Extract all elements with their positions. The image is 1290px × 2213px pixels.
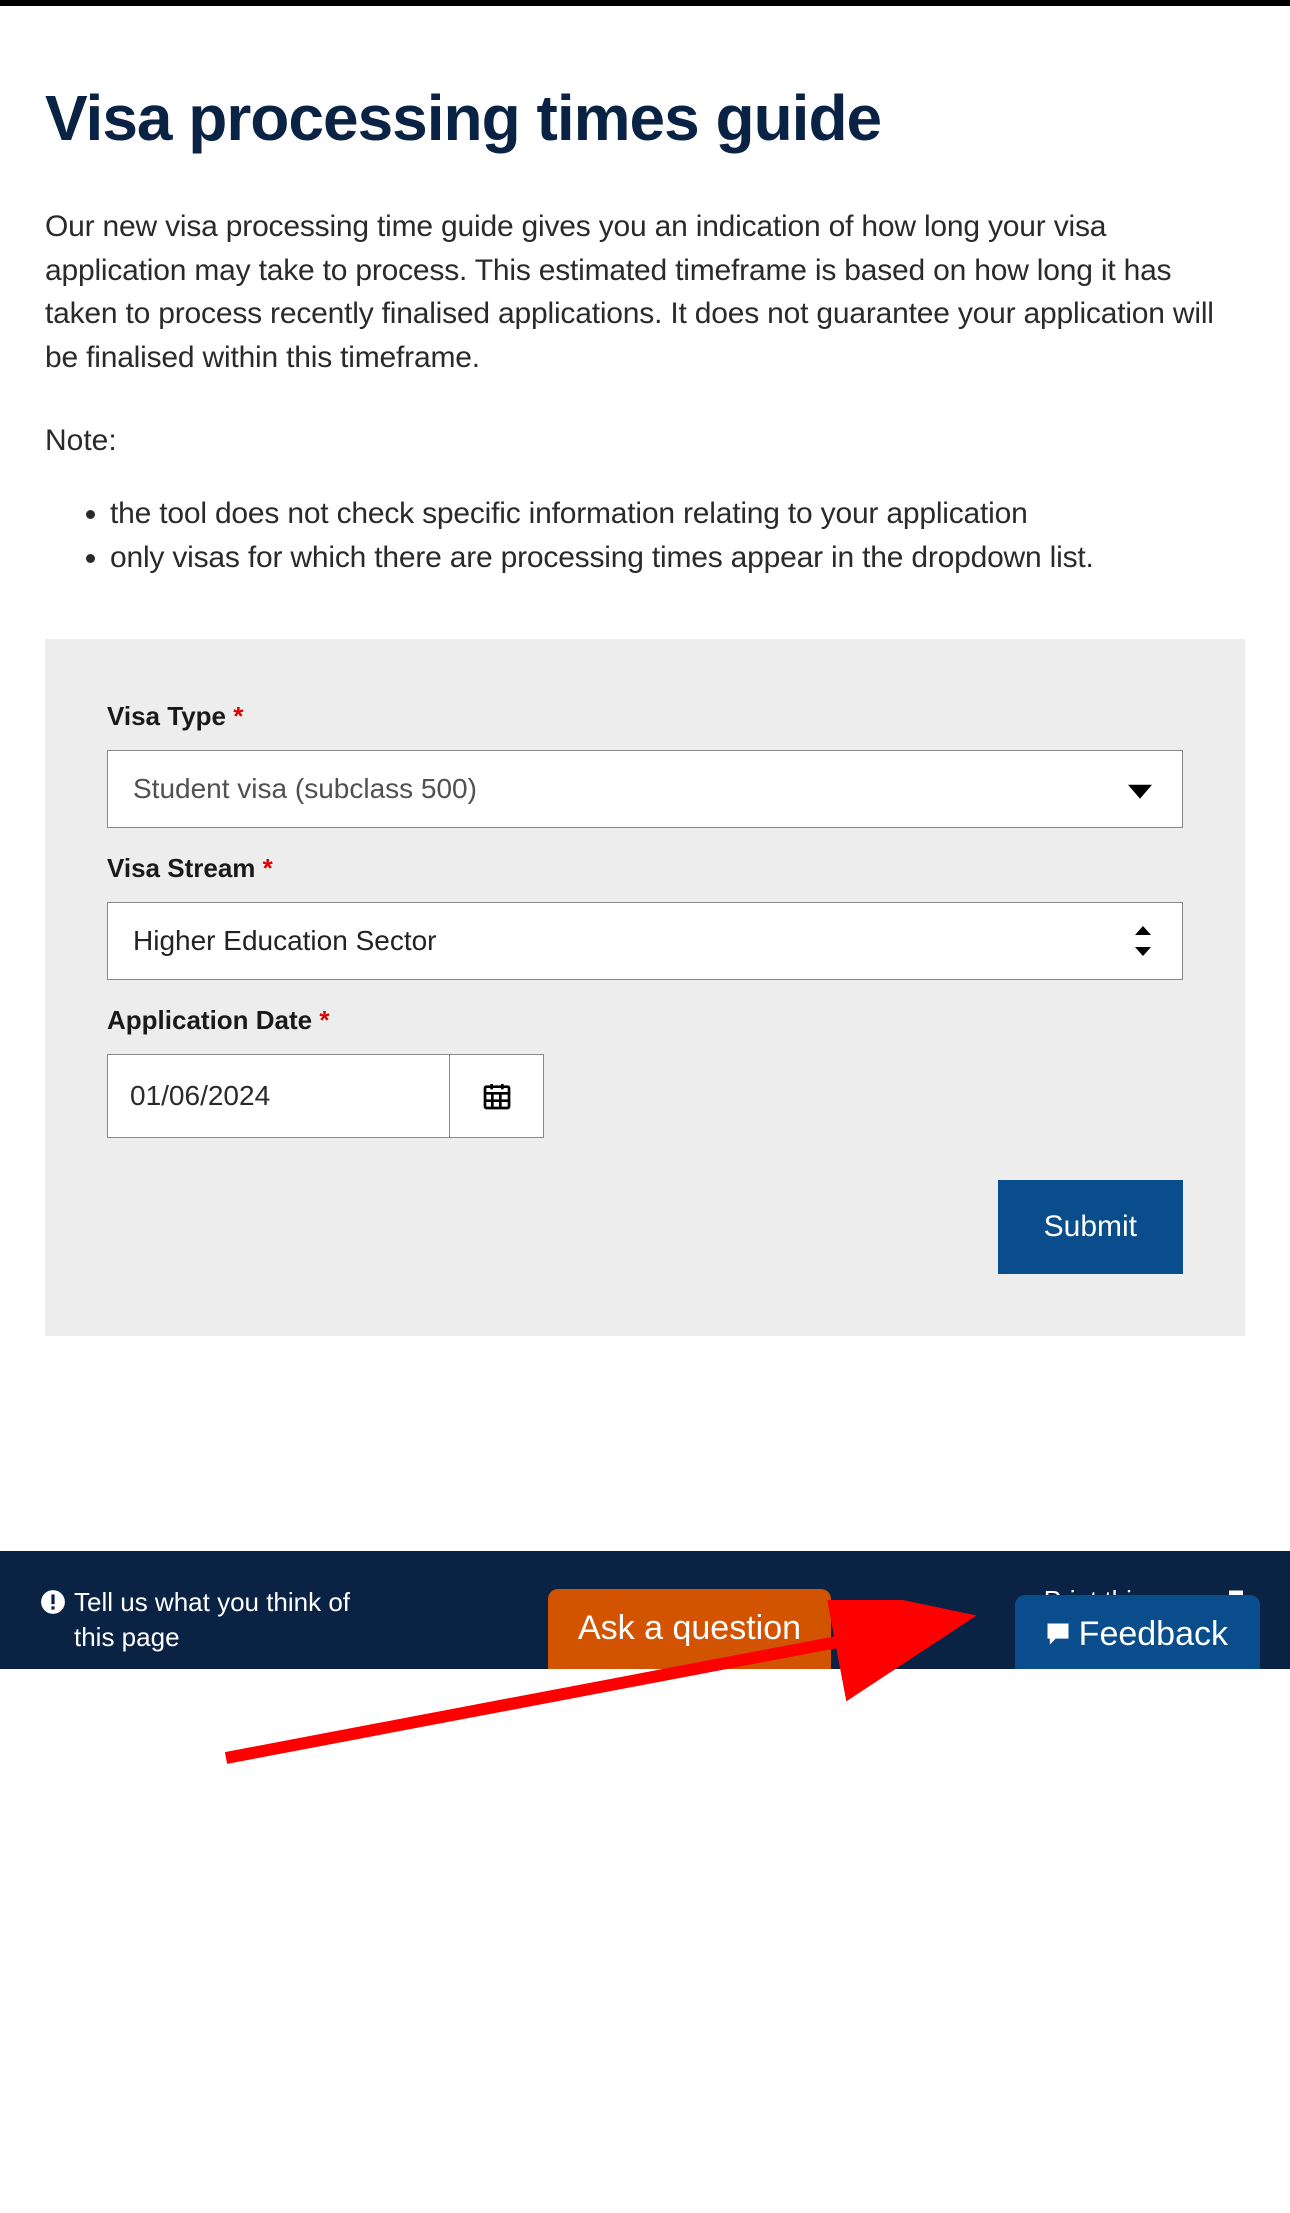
visa-type-label: Visa Type * (107, 701, 1183, 732)
note-item: the tool does not check specific informa… (110, 493, 1245, 535)
visa-stream-label: Visa Stream * (107, 853, 1183, 884)
required-asterisk: * (233, 701, 243, 731)
submit-button[interactable]: Submit (998, 1180, 1183, 1274)
application-date-input[interactable]: 01/06/2024 (107, 1054, 450, 1138)
feedback-label: Feedback (1079, 1617, 1228, 1651)
speech-bubble-icon (1043, 1620, 1073, 1648)
intro-paragraph: Our new visa processing time guide gives… (45, 205, 1245, 379)
visa-type-field: Visa Type * Student visa (subclass 500) (107, 701, 1183, 828)
date-row: 01/06/2024 (107, 1054, 1183, 1138)
feedback-button[interactable]: Feedback (1015, 1595, 1260, 1669)
visa-type-value: Student visa (subclass 500) (133, 773, 477, 805)
label-text: Visa Stream (107, 853, 255, 883)
visa-type-select[interactable]: Student visa (subclass 500) (107, 750, 1183, 828)
calendar-button[interactable] (450, 1054, 544, 1138)
page-content: Visa processing times guide Our new visa… (0, 6, 1290, 1336)
form-panel: Visa Type * Student visa (subclass 500) … (45, 639, 1245, 1336)
caret-down-icon (1128, 785, 1152, 799)
visa-stream-field: Visa Stream * Higher Education Sector (107, 853, 1183, 980)
visa-stream-select[interactable]: Higher Education Sector (107, 902, 1183, 980)
exclamation-icon (40, 1589, 66, 1615)
page-title: Visa processing times guide (45, 81, 1245, 155)
ask-question-button[interactable]: Ask a question (548, 1589, 831, 1669)
footer-feedback-link[interactable]: Tell us what you think of this page (40, 1585, 370, 1655)
updown-icon (1132, 926, 1154, 956)
application-date-value: 01/06/2024 (130, 1080, 270, 1112)
submit-row: Submit (107, 1180, 1183, 1274)
application-date-label: Application Date * (107, 1005, 1183, 1036)
required-asterisk: * (319, 1005, 329, 1035)
footer: Tell us what you think of this page Last… (0, 1551, 1290, 1669)
label-text: Application Date (107, 1005, 312, 1035)
calendar-icon (481, 1080, 513, 1112)
footer-tell-us: Tell us what you think of this page (74, 1585, 370, 1655)
ask-label: Ask a question (578, 1609, 801, 1647)
required-asterisk: * (263, 853, 273, 883)
application-date-field: Application Date * 01/06/2024 (107, 1005, 1183, 1138)
note-item: only visas for which there are processin… (110, 537, 1245, 579)
note-list: the tool does not check specific informa… (45, 493, 1245, 579)
visa-stream-value: Higher Education Sector (133, 925, 437, 957)
note-label: Note: (45, 424, 1245, 458)
label-text: Visa Type (107, 701, 226, 731)
